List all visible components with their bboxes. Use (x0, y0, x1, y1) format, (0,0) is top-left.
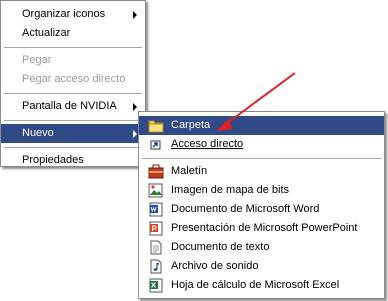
menu-item-label: Nuevo (22, 127, 54, 139)
submenu-item-archivo-sonido[interactable]: Archivo de sonido (139, 257, 384, 276)
submenu-item-documento-word[interactable]: Documento de Microsoft Word (139, 200, 384, 219)
menu-item-label: Documento de Microsoft Word (171, 203, 320, 215)
menu-item-label: Maletín (171, 165, 208, 177)
menu-item-organizar-iconos[interactable]: Organizar iconos (1, 5, 145, 24)
submenu-arrow-icon (133, 11, 137, 19)
shortcut-icon (150, 140, 161, 150)
menu-item-label: Imagen de mapa de bits (171, 184, 290, 196)
menu-item-propiedades[interactable]: Propiedades (1, 151, 145, 170)
submenu-item-acceso-directo[interactable]: Acceso directo (139, 135, 384, 154)
folder-icon (148, 120, 164, 133)
menu-item-label: Hoja de cálculo de Microsoft Excel (171, 279, 340, 291)
submenu-item-carpeta[interactable]: Carpeta (139, 116, 384, 135)
menu-item-pantalla-nvidia[interactable]: Pantalla de NVIDIA (1, 97, 145, 116)
menu-separator (4, 120, 142, 121)
menu-item-pegar: Pegar (1, 51, 145, 70)
desktop-context-menu: Organizar iconos Actualizar Pegar Pegar … (0, 0, 146, 167)
excel-icon (149, 278, 163, 293)
briefcase-icon (148, 164, 164, 179)
submenu-item-documento-texto[interactable]: Documento de texto (139, 238, 384, 257)
menu-item-pegar-acceso-directo: Pegar acceso directo (1, 70, 145, 89)
new-submenu: Carpeta Acceso directo Maletín Imagen de… (138, 111, 385, 299)
submenu-item-maletin[interactable]: Maletín (139, 162, 384, 181)
menu-item-label: Documento de texto (171, 241, 270, 253)
menu-item-label: Organizar iconos (22, 8, 106, 20)
word-icon (149, 202, 163, 217)
submenu-arrow-icon (133, 103, 137, 111)
menu-separator (4, 47, 142, 48)
menu-item-label: Propiedades (22, 154, 84, 166)
submenu-item-imagen-mapa-bits[interactable]: Imagen de mapa de bits (139, 181, 384, 200)
bitmap-icon (148, 183, 163, 198)
menu-item-label: Presentación de Microsoft PowerPoint (171, 222, 358, 234)
text-document-icon (150, 240, 162, 255)
menu-separator (4, 147, 142, 148)
menu-separator (4, 93, 142, 94)
menu-item-label: Pegar acceso directo (22, 73, 126, 85)
menu-item-label: Archivo de sonido (171, 260, 259, 272)
menu-item-label: Carpeta (171, 119, 211, 131)
submenu-arrow-icon (133, 130, 137, 138)
submenu-item-presentacion-powerpoint[interactable]: Presentación de Microsoft PowerPoint (139, 219, 384, 238)
menu-item-nuevo[interactable]: Nuevo (1, 124, 145, 143)
menu-item-label: Pegar (22, 54, 52, 66)
sound-file-icon (150, 259, 162, 274)
menu-item-label: Pantalla de NVIDIA (22, 100, 117, 112)
menu-separator (142, 158, 381, 159)
menu-item-actualizar[interactable]: Actualizar (1, 24, 145, 43)
menu-item-label: Acceso directo (171, 138, 244, 150)
submenu-item-hoja-calculo-excel[interactable]: Hoja de cálculo de Microsoft Excel (139, 276, 384, 295)
menu-item-label: Actualizar (22, 27, 71, 39)
powerpoint-icon (149, 221, 163, 236)
